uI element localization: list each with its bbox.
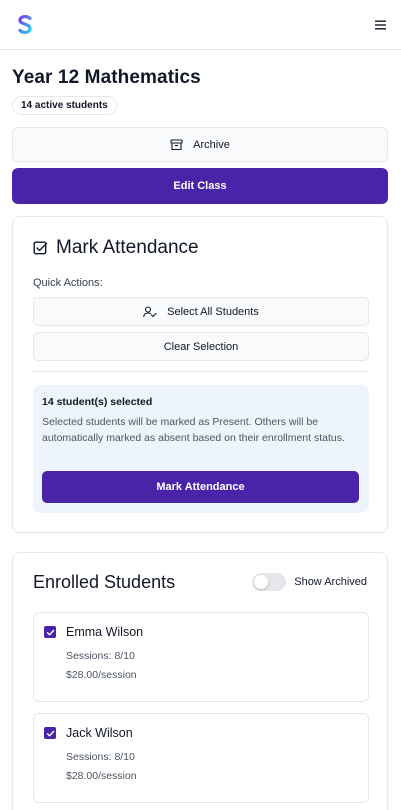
student-rate: $28.00/session (66, 770, 137, 782)
select-all-label: Select All Students (167, 305, 259, 318)
archive-box-icon (170, 138, 183, 150)
show-archived-control: Show Archived (252, 573, 367, 591)
student-name: Emma Wilson (66, 625, 144, 639)
archive-button[interactable]: Archive (12, 127, 388, 162)
mark-attendance-title: Mark Attendance (56, 237, 199, 258)
selection-summary-box: 14 student(s) selected Selected students… (33, 385, 369, 513)
brand-s-logo[interactable] (16, 14, 34, 36)
edit-class-button[interactable]: Edit Class (12, 168, 388, 204)
checkmark-icon (46, 629, 54, 635)
enrolled-students-card: Enrolled Students Show Archived Emma Wil… (12, 552, 388, 810)
selected-count-text: 14 student(s) selected (42, 396, 153, 408)
student-checkbox[interactable] (44, 626, 56, 638)
mark-attendance-card: Mark Attendance Quick Actions: Select Al… (12, 216, 388, 533)
student-checkbox[interactable] (44, 727, 56, 739)
toggle-knob (254, 575, 269, 589)
user-check-icon (143, 305, 157, 317)
mark-attendance-button[interactable]: Mark Attendance (42, 471, 359, 503)
student-sessions: Sessions: 8/10 (66, 650, 135, 662)
page-title: Year 12 Mathematics (12, 67, 201, 88)
student-card[interactable]: Jack Wilson Sessions: 8/10 $28.00/sessio… (33, 713, 369, 803)
quick-actions-label: Quick Actions: (33, 277, 103, 289)
student-sessions: Sessions: 8/10 (66, 751, 135, 763)
checkbox-square-icon (33, 241, 48, 254)
select-all-students-button[interactable]: Select All Students (33, 297, 369, 326)
student-card[interactable]: Emma Wilson Sessions: 8/10 $28.00/sessio… (33, 612, 369, 702)
divider (33, 371, 369, 372)
show-archived-label: Show Archived (294, 576, 367, 588)
student-rate: $28.00/session (66, 669, 137, 681)
class-header: Year 12 Mathematics 14 active students (0, 50, 401, 115)
clear-selection-button[interactable]: Clear Selection (33, 332, 369, 361)
hamburger-icon (374, 20, 386, 29)
archive-button-label: Archive (193, 138, 230, 151)
enrolled-students-title: Enrolled Students (33, 572, 176, 592)
top-navigation-bar (0, 0, 401, 50)
mark-attendance-heading: Mark Attendance (33, 237, 199, 259)
show-archived-toggle[interactable] (252, 573, 287, 591)
student-name: Jack Wilson (66, 726, 133, 740)
selection-description: Selected students will be marked as Pres… (42, 416, 345, 444)
checkmark-icon (46, 730, 54, 736)
hamburger-menu-button[interactable] (369, 14, 391, 36)
active-students-badge: 14 active students (12, 96, 117, 115)
